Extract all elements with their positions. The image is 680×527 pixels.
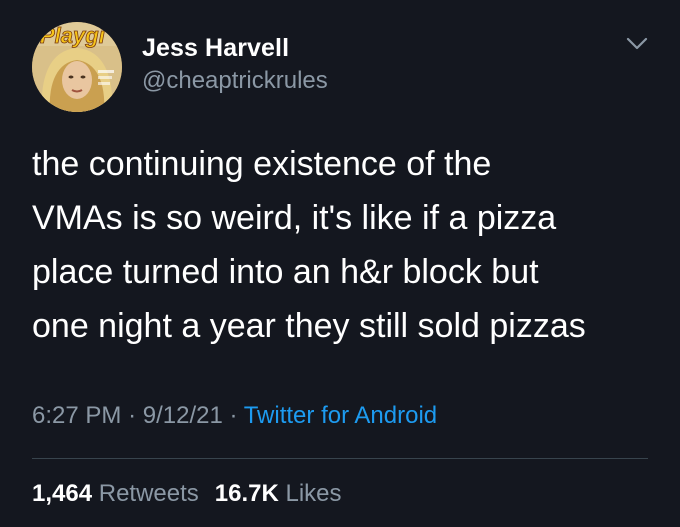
tweet-card: Playgi Jess Harvell @cheaptrickrules the…	[0, 0, 680, 527]
likes-count: 16.7K	[214, 480, 279, 507]
meta-separator: ·	[229, 402, 238, 429]
divider	[32, 458, 648, 459]
likes-label: Likes	[285, 480, 342, 507]
svg-text:Playgi: Playgi	[40, 23, 106, 48]
retweets-count: 1,464	[32, 480, 93, 507]
retweets-stat[interactable]: 1,464 Retweets	[32, 480, 199, 507]
avatar-image: Playgi	[32, 22, 122, 112]
chevron-down-icon[interactable]	[624, 34, 650, 54]
tweet-time[interactable]: 6:27 PM	[32, 402, 121, 429]
likes-stat[interactable]: 16.7K Likes	[215, 480, 342, 507]
engagement-stats: 1,464 Retweets 16.7K Likes	[32, 480, 342, 508]
meta-separator: ·	[128, 402, 137, 429]
tweet-text: the continuing existence of the VMAs is …	[32, 145, 586, 345]
tweet-date[interactable]: 9/12/21	[143, 402, 223, 429]
tweet-metadata: 6:27 PM · 9/12/21 · Twitter for Android	[32, 402, 437, 430]
author-name[interactable]: Jess Harvell	[142, 34, 289, 63]
avatar[interactable]: Playgi	[32, 22, 122, 112]
author-handle[interactable]: @cheaptrickrules	[142, 67, 328, 95]
tweet-source-link[interactable]: Twitter for Android	[244, 402, 437, 429]
retweets-label: Retweets	[98, 480, 199, 507]
